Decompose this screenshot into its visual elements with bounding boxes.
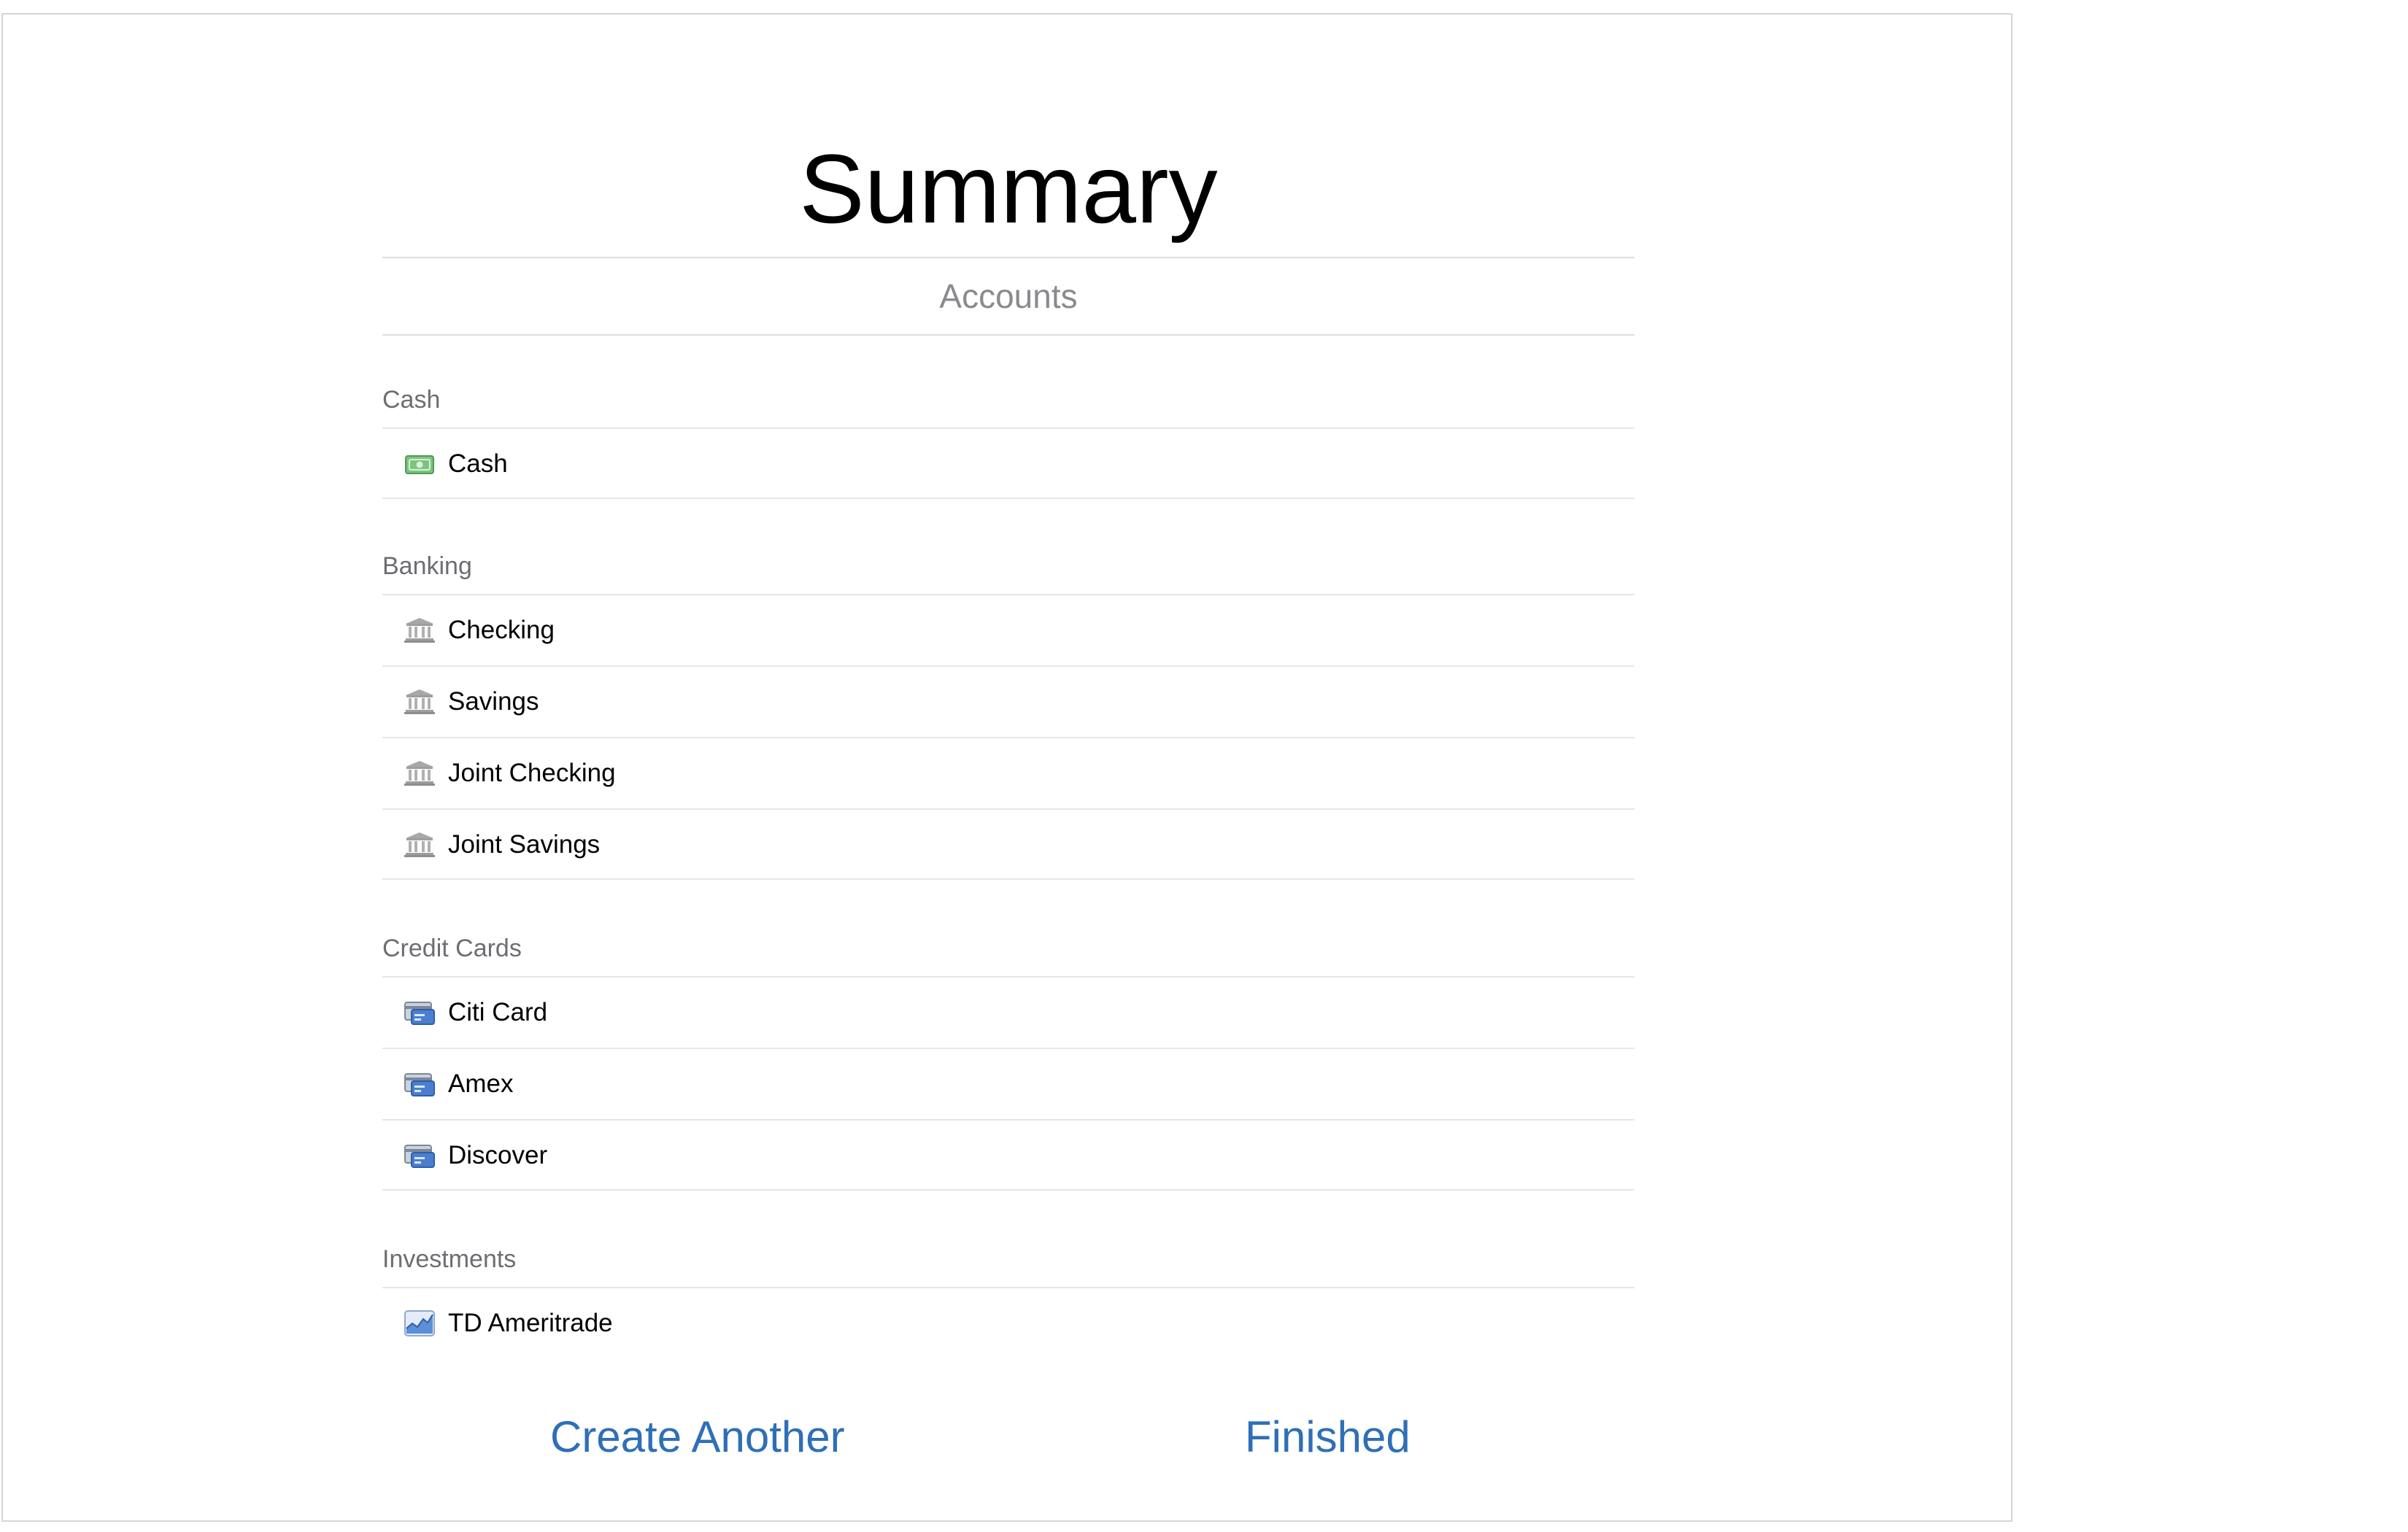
finished-button[interactable]: Finished — [1245, 1404, 1411, 1471]
window-frame: Summary Accounts Cash Cash Banking Check… — [1, 13, 2013, 1522]
account-label: Discover — [448, 1141, 548, 1169]
account-label: Citi Card — [448, 998, 548, 1026]
account-row-cash[interactable]: Cash — [382, 428, 1635, 499]
account-row-citi-card[interactable]: Citi Card — [382, 976, 1635, 1048]
account-label: Joint Checking — [448, 759, 616, 787]
account-row-discover[interactable]: Discover — [382, 1119, 1635, 1191]
accounts-subtitle: Accounts — [939, 277, 1078, 315]
divider — [382, 334, 1635, 336]
section-header-cash: Cash — [382, 386, 441, 414]
section-header-investments: Investments — [382, 1245, 517, 1273]
create-another-button[interactable]: Create Another — [550, 1404, 845, 1471]
section-header-banking: Banking — [382, 552, 472, 580]
account-label: Cash — [448, 449, 508, 478]
bank-icon — [404, 617, 435, 643]
account-label: TD Ameritrade — [448, 1309, 613, 1337]
account-row-joint-checking[interactable]: Joint Checking — [382, 737, 1635, 808]
account-row-amex[interactable]: Amex — [382, 1048, 1635, 1119]
credit-card-icon — [404, 1071, 435, 1097]
account-row-td-ameritrade[interactable]: TD Ameritrade — [382, 1287, 1635, 1358]
credit-card-icon — [404, 999, 435, 1026]
account-label: Joint Savings — [448, 830, 601, 859]
account-row-checking[interactable]: Checking — [382, 594, 1635, 665]
account-label: Checking — [448, 616, 555, 644]
bank-icon — [404, 760, 435, 786]
investment-chart-icon — [404, 1310, 435, 1336]
section-header-credit-cards: Credit Cards — [382, 935, 522, 962]
bank-icon — [404, 689, 435, 715]
account-label: Savings — [448, 687, 539, 716]
account-label: Amex — [448, 1069, 514, 1098]
page-title: Summary — [799, 135, 1218, 244]
cash-icon — [404, 451, 435, 477]
bank-icon — [404, 832, 435, 858]
account-row-joint-savings[interactable]: Joint Savings — [382, 808, 1635, 880]
account-row-savings[interactable]: Savings — [382, 665, 1635, 737]
credit-card-icon — [404, 1142, 435, 1169]
